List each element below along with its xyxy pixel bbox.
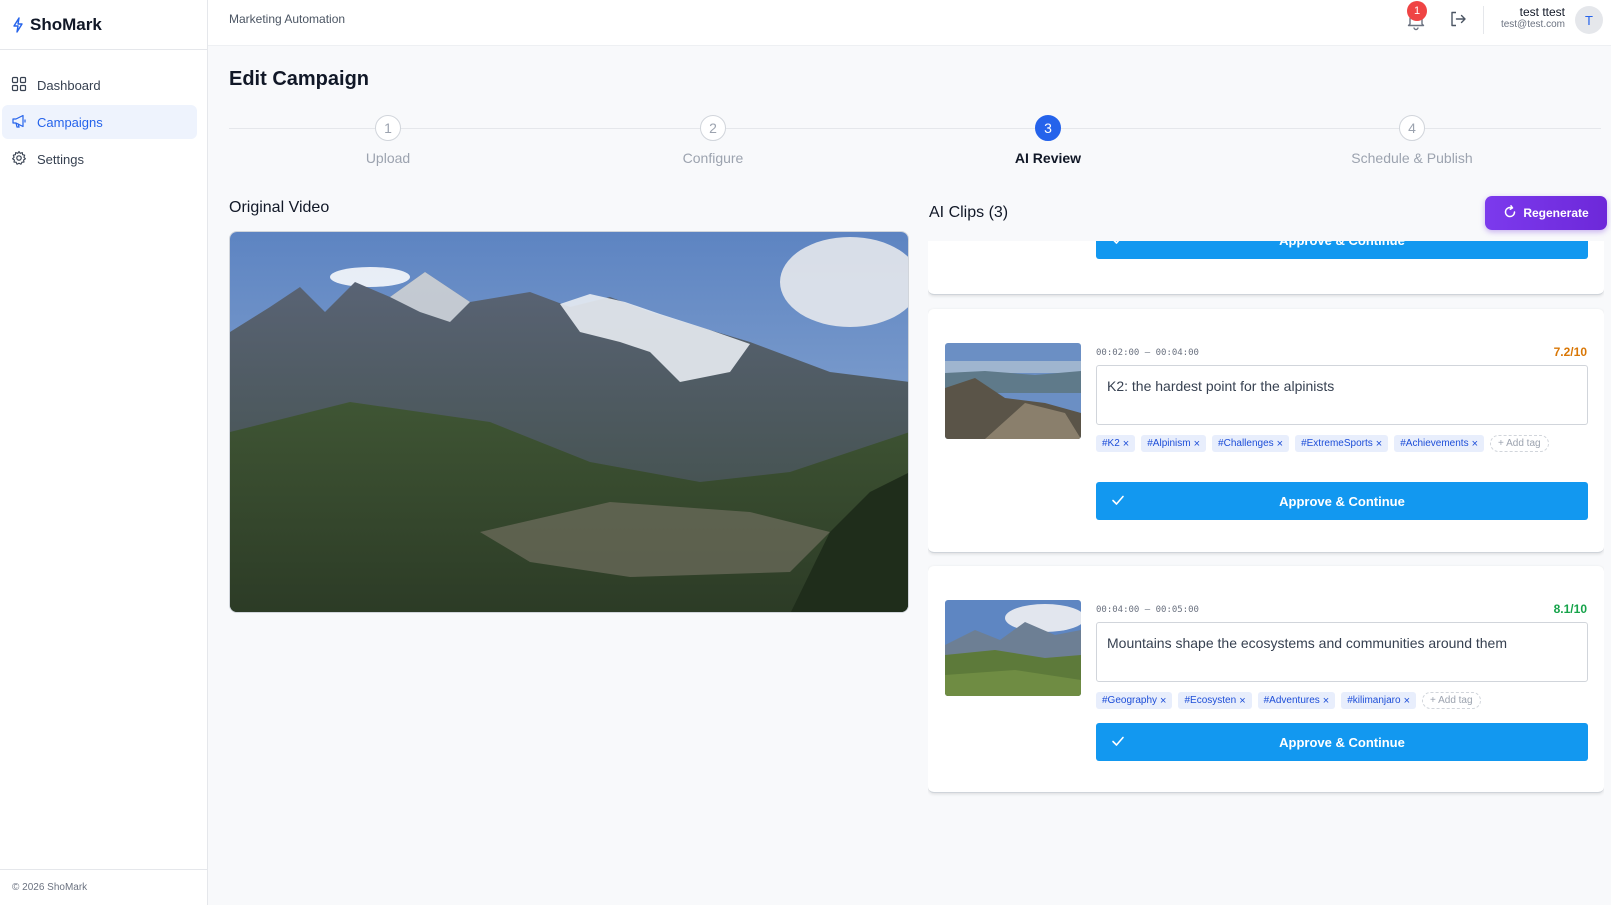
close-icon[interactable]: ×	[1239, 695, 1245, 707]
add-tag-button[interactable]: + Add tag	[1490, 435, 1549, 452]
step-schedule-publish[interactable]: 4 Schedule & Publish	[1312, 115, 1512, 166]
clip-thumbnail[interactable]	[945, 600, 1081, 696]
approve-label: Approve & Continue	[1279, 734, 1405, 750]
clip-card: 00:02:00 – 00:04:00 7.2/10 K2: the harde…	[928, 309, 1604, 553]
step-label: Configure	[682, 150, 744, 166]
bolt-icon	[12, 16, 24, 33]
sidebar-item-label: Campaigns	[37, 114, 103, 130]
tag-label: #Achievements	[1400, 438, 1469, 449]
sidebar-nav: Dashboard Campaigns Settings	[0, 50, 207, 176]
close-icon[interactable]: ×	[1323, 695, 1329, 707]
add-tag-button[interactable]: + Add tag	[1422, 692, 1481, 709]
step-upload[interactable]: 1 Upload	[288, 115, 488, 166]
sidebar-footer: © 2026 ShoMark	[0, 869, 208, 905]
tag-chip[interactable]: #kilimanjaro ×	[1341, 692, 1417, 709]
step-label: Upload	[365, 150, 411, 166]
clips-list[interactable]: Approve & Continue 00:02:00 – 00:04:00 7…	[928, 241, 1604, 801]
mountain-valley-image	[230, 232, 908, 612]
close-icon[interactable]: ×	[1123, 438, 1129, 450]
clip-score: 7.2/10	[1553, 345, 1587, 359]
header-section-title: Marketing Automation	[229, 12, 346, 26]
user-name: test ttest	[1519, 5, 1565, 19]
original-video-player[interactable]	[229, 231, 909, 613]
regenerate-label: Regenerate	[1523, 206, 1589, 220]
approve-continue-button[interactable]: Approve & Continue	[1096, 482, 1588, 520]
approve-continue-button[interactable]: Approve & Continue	[1096, 723, 1588, 761]
close-icon[interactable]: ×	[1160, 695, 1166, 707]
tag-label: #Adventures	[1263, 695, 1320, 706]
step-number: 4	[1399, 115, 1425, 141]
tag-label: #kilimanjaro	[1347, 695, 1401, 706]
clip-timestamp: 00:04:00 – 00:05:00	[1096, 605, 1199, 615]
clip-tag-list: #Geography × #Ecosysten × #Adventures × #ki…	[1096, 692, 1588, 709]
clip-card: Approve & Continue	[928, 241, 1604, 295]
step-ai-review[interactable]: 3 AI Review	[948, 115, 1148, 166]
clip-card: 00:04:00 – 00:05:00 8.1/10 Mountains sha…	[928, 566, 1604, 793]
tag-chip[interactable]: #ExtremeSports ×	[1295, 435, 1389, 452]
page-title: Edit Campaign	[229, 68, 370, 90]
tag-chip[interactable]: #Challenges ×	[1212, 435, 1290, 452]
step-label: Schedule & Publish	[1351, 150, 1473, 166]
close-icon[interactable]: ×	[1194, 438, 1200, 450]
notification-badge: 1	[1407, 1, 1427, 21]
brand-name: ShoMark	[30, 14, 102, 34]
step-number: 3	[1035, 115, 1061, 141]
user-email: test@test.com	[1500, 19, 1565, 30]
tag-label: #Challenges	[1218, 438, 1274, 449]
clip-caption-input[interactable]: Mountains shape the ecosystems and commu…	[1096, 622, 1588, 682]
step-number: 1	[375, 115, 401, 141]
original-video-title: Original Video	[229, 199, 330, 216]
avatar[interactable]: T	[1575, 6, 1603, 34]
tag-chip[interactable]: #Achievements ×	[1394, 435, 1485, 452]
check-icon	[1110, 241, 1126, 247]
gear-icon	[11, 150, 27, 169]
logout-icon[interactable]	[1449, 10, 1467, 28]
clip-tag-list: #K2 × #Alpinism × #Challenges × #ExtremeSpo…	[1096, 435, 1588, 452]
clip-thumbnail[interactable]	[945, 343, 1081, 439]
tag-label: #K2	[1102, 438, 1120, 449]
tag-chip[interactable]: #Geography ×	[1096, 692, 1173, 709]
approve-label: Approve & Continue	[1279, 241, 1405, 248]
clip-score: 8.1/10	[1553, 602, 1587, 616]
brand[interactable]: ShoMark	[0, 0, 207, 50]
sidebar-item-settings[interactable]: Settings	[2, 142, 197, 176]
ai-clips-title: AI Clips (3)	[929, 204, 1009, 221]
refresh-icon	[1503, 204, 1517, 222]
megaphone-icon	[11, 113, 27, 132]
sidebar: ShoMark Dashboard Campaigns Settings © 2…	[0, 0, 208, 905]
top-header: Marketing Automation 1 test ttest test@t…	[208, 0, 1611, 46]
step-number: 2	[700, 115, 726, 141]
approve-continue-button[interactable]: Approve & Continue	[1096, 241, 1588, 259]
regenerate-button[interactable]: Regenerate	[1485, 196, 1607, 230]
close-icon[interactable]: ×	[1376, 438, 1382, 450]
close-icon[interactable]: ×	[1404, 695, 1410, 707]
clip-timestamp: 00:02:00 – 00:04:00	[1096, 348, 1199, 358]
step-configure[interactable]: 2 Configure	[613, 115, 813, 166]
tag-label: #Ecosysten	[1184, 695, 1237, 706]
tag-label: #Geography	[1102, 695, 1158, 706]
close-icon[interactable]: ×	[1472, 438, 1478, 450]
approve-label: Approve & Continue	[1279, 493, 1405, 509]
check-icon	[1110, 733, 1126, 749]
sidebar-item-label: Dashboard	[37, 77, 101, 93]
step-label: AI Review	[1014, 150, 1082, 166]
header-divider	[1483, 6, 1484, 34]
sidebar-item-campaigns[interactable]: Campaigns	[2, 105, 197, 139]
tag-chip[interactable]: #Adventures ×	[1257, 692, 1336, 709]
close-icon[interactable]: ×	[1277, 438, 1283, 450]
tag-chip[interactable]: #Alpinism ×	[1141, 435, 1207, 452]
check-icon	[1110, 492, 1126, 508]
tag-chip[interactable]: #K2 ×	[1096, 435, 1136, 452]
clip-caption-input[interactable]: K2: the hardest point for the alpinists	[1096, 365, 1588, 425]
tag-label: #Alpinism	[1147, 438, 1191, 449]
tag-label: #ExtremeSports	[1301, 438, 1373, 449]
sidebar-item-label: Settings	[37, 151, 84, 167]
grid-icon	[11, 76, 27, 95]
sidebar-item-dashboard[interactable]: Dashboard	[2, 68, 197, 102]
tag-chip[interactable]: #Ecosysten ×	[1178, 692, 1252, 709]
